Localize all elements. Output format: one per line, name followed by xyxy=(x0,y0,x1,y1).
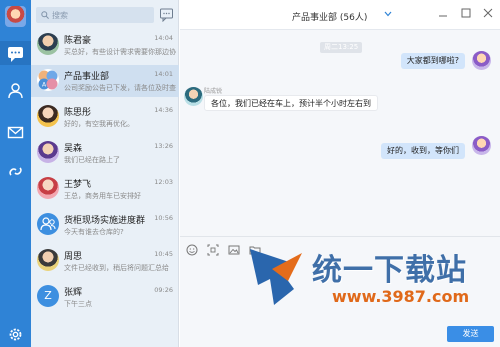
contacts-nav[interactable] xyxy=(7,82,24,99)
messages-nav[interactable] xyxy=(0,41,31,65)
conversation-item[interactable]: 货柜现场实施进度群 今天有谁去仓库的? 10:56 xyxy=(31,209,179,241)
conversation-time: 10:45 xyxy=(154,250,173,258)
chat-icon xyxy=(8,47,23,62)
conversation-name: 吴森 xyxy=(64,144,83,154)
search-icon xyxy=(41,11,49,19)
conversation-name: 王梦飞 xyxy=(64,180,92,190)
image-icon[interactable] xyxy=(228,244,240,256)
conversation-preview: 下午三点 xyxy=(64,300,92,308)
person-icon xyxy=(8,83,23,99)
my-avatar-small xyxy=(472,51,491,70)
mail-nav[interactable] xyxy=(7,124,24,141)
conversation-preview: 今天有谁去仓库的? xyxy=(64,228,124,236)
avatar xyxy=(37,249,59,271)
left-rail xyxy=(0,0,31,347)
conversation-preview: 文件已经收到，稍后将问题汇总给 xyxy=(64,264,169,272)
sender-name: 陆成锐 xyxy=(204,88,223,95)
watermark-url: www.3987.com xyxy=(332,287,470,306)
avatar xyxy=(37,141,59,163)
conversation-item[interactable]: 周思文件已经收到，稍后将问题汇总给 10:45 xyxy=(31,245,179,277)
my-avatar[interactable] xyxy=(5,6,26,27)
avatar-letter: Z xyxy=(44,289,52,302)
avatar xyxy=(37,177,59,199)
search-placeholder: 搜索 xyxy=(52,11,68,20)
conversation-name: 产品事业部 xyxy=(64,72,110,82)
conversation-name: 陈思彤 xyxy=(64,108,92,118)
conversation-name: 陈君豪 xyxy=(64,36,92,46)
chevron-down-icon[interactable] xyxy=(384,11,392,17)
conversation-time: 13:26 xyxy=(154,142,173,150)
message-bubble-incoming[interactable]: 各位，我们已经在车上，预计半个小时左右到 xyxy=(204,95,378,111)
watermark-text: 统一下载站 xyxy=(312,253,467,288)
conversation-item[interactable]: Z 张辉下午三点 09:26 xyxy=(31,281,179,313)
conversation-preview: 好的，有空我再优化。 xyxy=(64,120,134,128)
input-divider xyxy=(180,236,500,237)
conversation-time: 10:56 xyxy=(154,214,173,222)
group-icon xyxy=(40,217,56,231)
search-box[interactable]: 搜索 xyxy=(36,7,154,23)
conversation-time: 09:26 xyxy=(154,286,173,294)
conversation-preview: 公司奖励公告已下发，请各位及时查 xyxy=(64,84,176,92)
my-avatar-small xyxy=(472,136,491,155)
group-avatar-icon: A xyxy=(38,70,58,90)
watermark-logo-icon xyxy=(250,249,302,305)
screenshot-icon[interactable] xyxy=(207,244,219,256)
apps-nav[interactable] xyxy=(7,163,24,180)
conversation-item[interactable]: A 产品事业部公司奖励公告已下发，请各位及时查 14:01 xyxy=(31,65,179,97)
conversation-preview: 我们已经在路上了 xyxy=(64,156,120,164)
conversation-time: 12:03 xyxy=(154,178,173,186)
message-bubble-outgoing[interactable]: 好的，收到，等你们 xyxy=(381,143,465,159)
conversation-name: 周思 xyxy=(64,252,83,262)
conversation-time: 14:01 xyxy=(154,70,173,78)
settings-gear-icon[interactable] xyxy=(7,326,24,343)
avatar xyxy=(37,33,59,55)
new-chat-icon[interactable] xyxy=(159,7,174,22)
link-icon xyxy=(9,167,22,176)
message-timestamp: 周二13:25 xyxy=(320,42,363,53)
avatar: Z xyxy=(37,285,59,307)
watermark: 统一下载站 www.3987.com xyxy=(248,243,500,313)
conversation-item[interactable]: 吴森我们已经在路上了 13:26 xyxy=(31,137,179,169)
chat-header: 产品事业部 (56人) xyxy=(180,0,500,30)
conversation-preview: 王总，商务用车已安排好 xyxy=(64,192,141,200)
avatar xyxy=(37,213,59,235)
chat-title: 产品事业部 (56人) xyxy=(292,13,368,23)
conversation-item[interactable]: 陈君豪买总好，有些设计需求需要你那边协 14:04 xyxy=(31,29,179,61)
mail-icon xyxy=(7,126,24,139)
emoji-icon[interactable] xyxy=(186,244,198,256)
conversation-item[interactable]: 陈思彤好的，有空我再优化。 14:36 xyxy=(31,101,179,133)
conversation-name: 张辉 xyxy=(64,288,83,298)
conversation-preview: 买总好，有些设计需求需要你那边协 xyxy=(64,48,176,56)
conversation-time: 14:36 xyxy=(154,106,173,114)
avatar xyxy=(37,105,59,127)
send-button[interactable]: 发送 xyxy=(447,326,494,342)
close-icon[interactable] xyxy=(483,8,493,18)
maximize-icon[interactable] xyxy=(461,8,471,18)
conversation-time: 14:04 xyxy=(154,34,173,42)
minimize-icon[interactable] xyxy=(438,8,448,18)
avatar: A xyxy=(37,69,59,91)
sender-avatar[interactable] xyxy=(184,87,203,106)
conversation-item[interactable]: 王梦飞王总，商务用车已安排好 12:03 xyxy=(31,173,179,205)
conversation-list: 搜索 陈君豪买总好，有些设计需求需要你那边协 14:04 A 产品事业部公司奖励公告已… xyxy=(31,0,179,347)
message-bubble-outgoing[interactable]: 大家都到哪啦? xyxy=(400,53,465,69)
conversation-name: 货柜现场实施进度群 xyxy=(64,216,146,226)
